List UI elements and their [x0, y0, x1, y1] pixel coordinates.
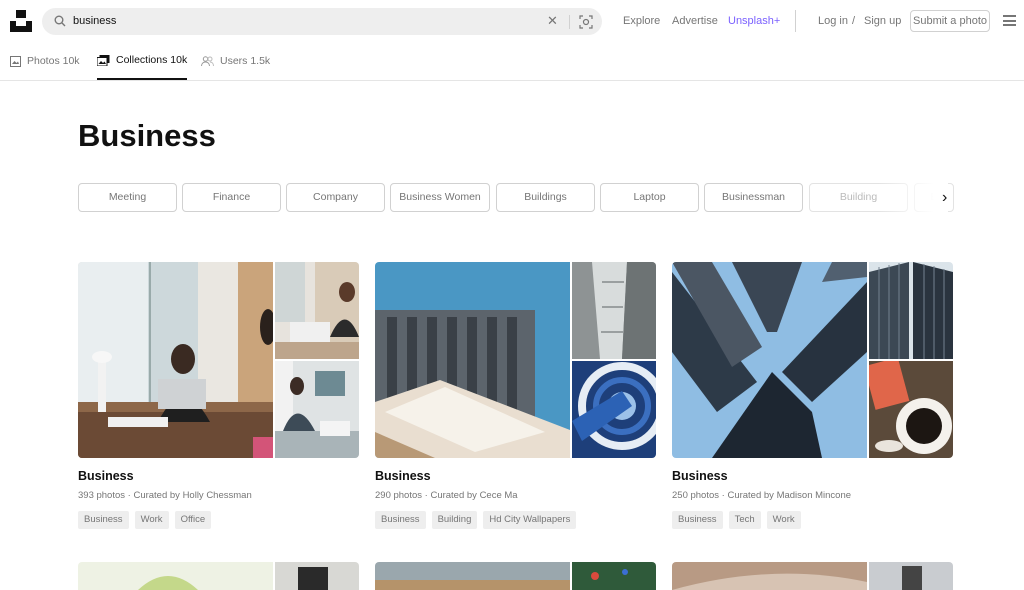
users-icon: [201, 55, 214, 66]
login-link[interactable]: Log in: [818, 15, 848, 27]
tag-office[interactable]: Office: [174, 511, 212, 529]
clear-search-icon[interactable]: ✕: [547, 14, 558, 28]
chip-laptop[interactable]: Laptop: [600, 183, 699, 212]
search-divider: [569, 15, 570, 29]
tab-users-label: Users 1.5k: [220, 55, 271, 67]
collection-card-partial[interactable]: [672, 562, 953, 590]
collection-meta: 250 photos · Curated by Madison Mincone: [672, 490, 852, 501]
chips-fade-overlay: [878, 183, 948, 213]
tag-business[interactable]: Business: [375, 511, 426, 529]
collection-meta: 290 photos · Curated by Cece Ma: [375, 490, 518, 501]
tag-work[interactable]: Work: [134, 511, 169, 529]
tag-business[interactable]: Business: [78, 511, 129, 529]
tag-work[interactable]: Work: [766, 511, 801, 529]
hamburger-menu-icon[interactable]: [1003, 15, 1016, 26]
tab-photos-label: Photos 10k: [27, 55, 80, 67]
tag-tech[interactable]: Tech: [728, 511, 761, 529]
chip-buildings[interactable]: Buildings: [496, 183, 595, 212]
signup-link[interactable]: Sign up: [864, 15, 901, 27]
photo-icon: [10, 55, 21, 67]
nav-advertise[interactable]: Advertise: [672, 15, 718, 27]
collection-tags: Business Work Office: [78, 511, 212, 529]
collection-title[interactable]: Business: [672, 469, 728, 483]
header-divider: [795, 10, 796, 32]
preview-photo-top-right: [275, 262, 359, 359]
preview-photo-main: [375, 262, 570, 458]
collection-card[interactable]: Business 290 photos · Curated by Cece Ma…: [375, 262, 656, 529]
nav-unsplash-plus[interactable]: Unsplash+: [728, 15, 780, 27]
chip-meeting[interactable]: Meeting: [78, 183, 177, 212]
chip-business-women[interactable]: Business Women: [390, 183, 490, 212]
chip-businessman[interactable]: Businessman: [704, 183, 803, 212]
preview-photo-bottom-right: [275, 361, 359, 458]
preview-photo-main: [672, 262, 867, 458]
collection-card[interactable]: Business 393 photos · Curated by Holly C…: [78, 262, 359, 529]
search-tabs: Photos 10k Collections 10k Users 1.5k: [0, 42, 1024, 81]
collection-preview[interactable]: [672, 262, 953, 458]
chip-company[interactable]: Company: [286, 183, 385, 212]
chevron-right-icon[interactable]: ›: [942, 190, 947, 206]
collection-tags: Business Tech Work: [672, 511, 801, 529]
collection-title[interactable]: Business: [375, 469, 431, 483]
tab-collections-label: Collections 10k: [116, 54, 188, 66]
search-bar[interactable]: business ✕: [42, 8, 602, 35]
login-signup-separator: /: [852, 15, 856, 27]
preview-photo-bottom-right: [572, 361, 656, 458]
collection-title[interactable]: Business: [78, 469, 134, 483]
tag-business[interactable]: Business: [672, 511, 723, 529]
collection-tags: Business Building Hd City Wallpapers: [375, 511, 577, 529]
visual-search-icon[interactable]: [579, 15, 593, 29]
tab-users[interactable]: Users 1.5k: [201, 42, 270, 80]
unsplash-logo-icon[interactable]: [10, 10, 32, 32]
collection-preview[interactable]: [78, 262, 359, 458]
collection-preview[interactable]: [375, 262, 656, 458]
submit-photo-button[interactable]: Submit a photo: [910, 10, 990, 32]
search-icon: [54, 15, 66, 27]
page-title: Business: [78, 118, 216, 153]
tab-photos[interactable]: Photos 10k: [10, 42, 80, 80]
preview-photo-top-right: [869, 262, 953, 359]
preview-photo-top-right: [572, 262, 656, 359]
nav-explore[interactable]: Explore: [623, 15, 660, 27]
related-search-chips: Meeting Finance Company Business Women B…: [78, 183, 958, 213]
tag-building[interactable]: Building: [431, 511, 478, 529]
tab-collections[interactable]: Collections 10k: [97, 42, 188, 80]
collections-icon: [97, 54, 110, 66]
collection-card-partial[interactable]: [375, 562, 656, 590]
preview-photo-bottom-right: [869, 361, 953, 458]
search-input[interactable]: business: [73, 15, 116, 27]
top-header: business ✕ Explore Advertise Unsplash+ L…: [0, 0, 1024, 42]
collection-meta: 393 photos · Curated by Holly Chessman: [78, 490, 252, 501]
preview-photo-main: [78, 262, 273, 458]
chip-finance[interactable]: Finance: [182, 183, 281, 212]
tag-hd-city-wallpapers[interactable]: Hd City Wallpapers: [483, 511, 577, 529]
collection-card-partial[interactable]: [78, 562, 359, 590]
collection-card[interactable]: Business 250 photos · Curated by Madison…: [672, 262, 953, 529]
